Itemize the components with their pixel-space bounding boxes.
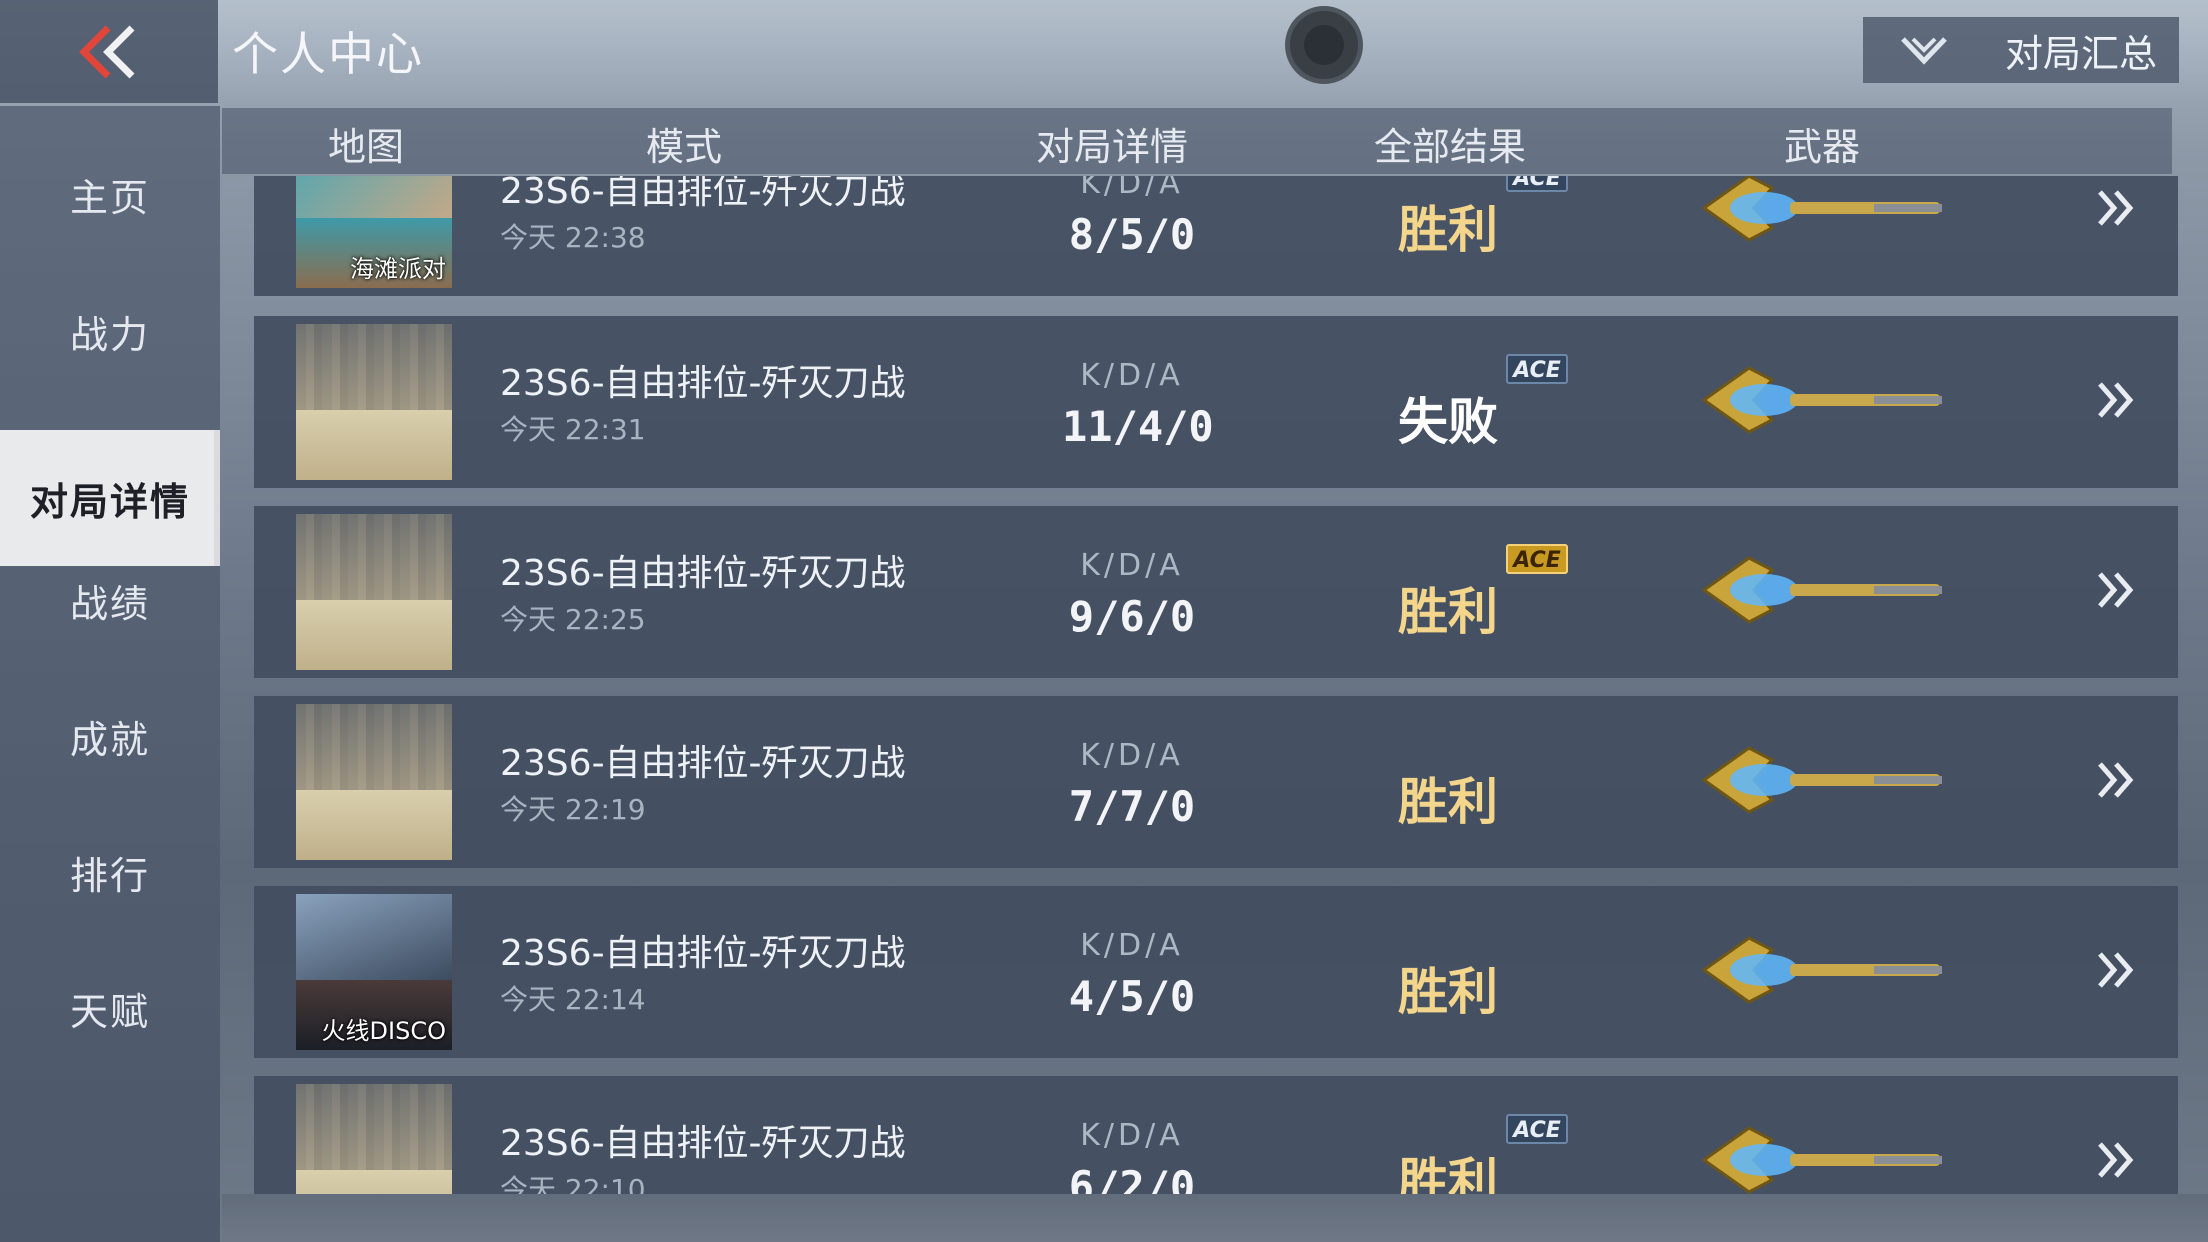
kda-value: 4/5/0 xyxy=(1068,972,1196,1021)
ace-badge: ACE xyxy=(1506,544,1568,574)
double-chevron-right-icon[interactable] xyxy=(2094,948,2138,992)
match-row[interactable]: 23S6-自由排位-歼灭刀战 今天 22:19 K/D/A 7/7/0 胜利 xyxy=(254,696,2178,868)
kda-label: K/D/A xyxy=(1080,548,1184,583)
column-weapon: 武器 xyxy=(1784,125,1861,169)
kda-value: 6/2/0 xyxy=(1068,1162,1196,1194)
summary-dropdown[interactable]: 对局汇总 xyxy=(1863,17,2179,83)
match-mode: 23S6-自由排位-歼灭刀战 xyxy=(500,1123,906,1164)
sidebar-item-record[interactable]: 战绩 xyxy=(0,532,220,668)
double-chevron-right-icon[interactable] xyxy=(2094,186,2138,230)
map-thumbnail xyxy=(296,324,452,480)
column-map: 地图 xyxy=(328,125,405,169)
match-row[interactable]: 23S6-自由排位-歼灭刀战 今天 22:10 K/D/A 6/2/0 胜利 A… xyxy=(254,1076,2178,1194)
summary-label: 对局汇总 xyxy=(2005,31,2158,76)
match-result: 胜利 xyxy=(1398,201,1498,259)
weapon-icon xyxy=(1701,556,1942,624)
sidebar-item-power[interactable]: 战力 xyxy=(0,263,220,399)
kda-label: K/D/A xyxy=(1080,738,1184,773)
top-bar: 个人中心 对局汇总 xyxy=(0,0,2208,106)
match-list[interactable]: 海滩派对 23S6-自由排位-歼灭刀战 今天 22:38 K/D/A 8/5/0… xyxy=(254,176,2178,1194)
match-result: 胜利 xyxy=(1398,963,1498,1021)
match-mode: 23S6-自由排位-歼灭刀战 xyxy=(500,363,906,404)
back-chevron-icon xyxy=(79,25,135,78)
weapon-icon xyxy=(1701,746,1942,814)
match-time: 今天 22:10 xyxy=(500,1173,646,1194)
map-thumbnail xyxy=(296,704,452,860)
kda-value: 7/7/0 xyxy=(1068,782,1196,831)
map-label: 海滩派对 xyxy=(350,255,446,283)
list-bottom-fade xyxy=(222,1194,2208,1242)
sidebar-item-home[interactable]: 主页 xyxy=(0,126,220,262)
match-time: 今天 22:19 xyxy=(500,793,646,826)
match-row[interactable]: 23S6-自由排位-歼灭刀战 今天 22:25 K/D/A 9/6/0 胜利 A… xyxy=(254,506,2178,678)
double-chevron-right-icon[interactable] xyxy=(2094,758,2138,802)
sidebar-item-talent[interactable]: 天赋 xyxy=(0,940,220,1076)
kda-label: K/D/A xyxy=(1080,928,1184,963)
match-row[interactable]: 23S6-自由排位-歼灭刀战 今天 22:31 K/D/A 11/4/0 失败 … xyxy=(254,316,2178,488)
double-chevron-right-icon[interactable] xyxy=(2094,1138,2138,1182)
weapon-icon xyxy=(1701,366,1942,434)
column-mode: 模式 xyxy=(646,125,723,169)
map-label: 火线DISCO xyxy=(321,1017,446,1045)
map-thumbnail: 火线DISCO xyxy=(296,894,452,1050)
weapon-icon xyxy=(1701,1126,1942,1194)
sidebar: 主页 战力 对局详情 战绩 成就 排行 天赋 xyxy=(0,106,220,1242)
map-thumbnail xyxy=(296,514,452,670)
match-mode: 23S6-自由排位-歼灭刀战 xyxy=(500,933,906,974)
ace-badge: ACE xyxy=(1506,1114,1568,1144)
match-mode: 23S6-自由排位-歼灭刀战 xyxy=(500,743,906,784)
column-result: 全部结果 xyxy=(1374,125,1527,169)
match-time: 今天 22:31 xyxy=(500,413,646,446)
chevron-down-icon xyxy=(1901,37,1947,65)
weapon-icon xyxy=(1701,176,1942,242)
match-time: 今天 22:38 xyxy=(500,221,646,254)
match-result: 胜利 xyxy=(1398,583,1498,641)
column-details: 对局详情 xyxy=(1036,125,1189,169)
ace-badge: ACE xyxy=(1506,354,1568,384)
kda-label: K/D/A xyxy=(1080,358,1184,393)
record-button[interactable] xyxy=(1285,6,1363,84)
match-result: 胜利 xyxy=(1398,1153,1498,1194)
sidebar-item-ranking[interactable]: 排行 xyxy=(0,804,220,940)
kda-label: K/D/A xyxy=(1080,1118,1184,1153)
page-title: 个人中心 xyxy=(232,27,424,81)
map-thumbnail: 海滩派对 xyxy=(296,176,452,288)
double-chevron-right-icon[interactable] xyxy=(2094,378,2138,422)
match-row[interactable]: 火线DISCO 23S6-自由排位-歼灭刀战 今天 22:14 K/D/A 4/… xyxy=(254,886,2178,1058)
ace-badge: ACE xyxy=(1506,176,1568,192)
back-button[interactable] xyxy=(0,0,218,103)
sidebar-item-achievements[interactable]: 成就 xyxy=(0,668,220,804)
map-thumbnail xyxy=(296,1084,452,1194)
weapon-icon xyxy=(1701,936,1942,1004)
match-result: 失败 xyxy=(1398,393,1498,451)
match-mode: 23S6-自由排位-歼灭刀战 xyxy=(500,176,906,212)
kda-value: 8/5/0 xyxy=(1068,210,1196,259)
match-result: 胜利 xyxy=(1398,773,1498,831)
match-time: 今天 22:25 xyxy=(500,603,646,636)
table-header: 地图 模式 对局详情 全部结果 武器 xyxy=(222,108,2172,174)
kda-value: 11/4/0 xyxy=(1062,402,1214,451)
double-chevron-right-icon[interactable] xyxy=(2094,568,2138,612)
match-row[interactable]: 海滩派对 23S6-自由排位-歼灭刀战 今天 22:38 K/D/A 8/5/0… xyxy=(254,176,2178,296)
match-time: 今天 22:14 xyxy=(500,983,646,1016)
match-mode: 23S6-自由排位-歼灭刀战 xyxy=(500,553,906,594)
kda-label: K/D/A xyxy=(1080,176,1184,201)
kda-value: 9/6/0 xyxy=(1068,592,1196,641)
